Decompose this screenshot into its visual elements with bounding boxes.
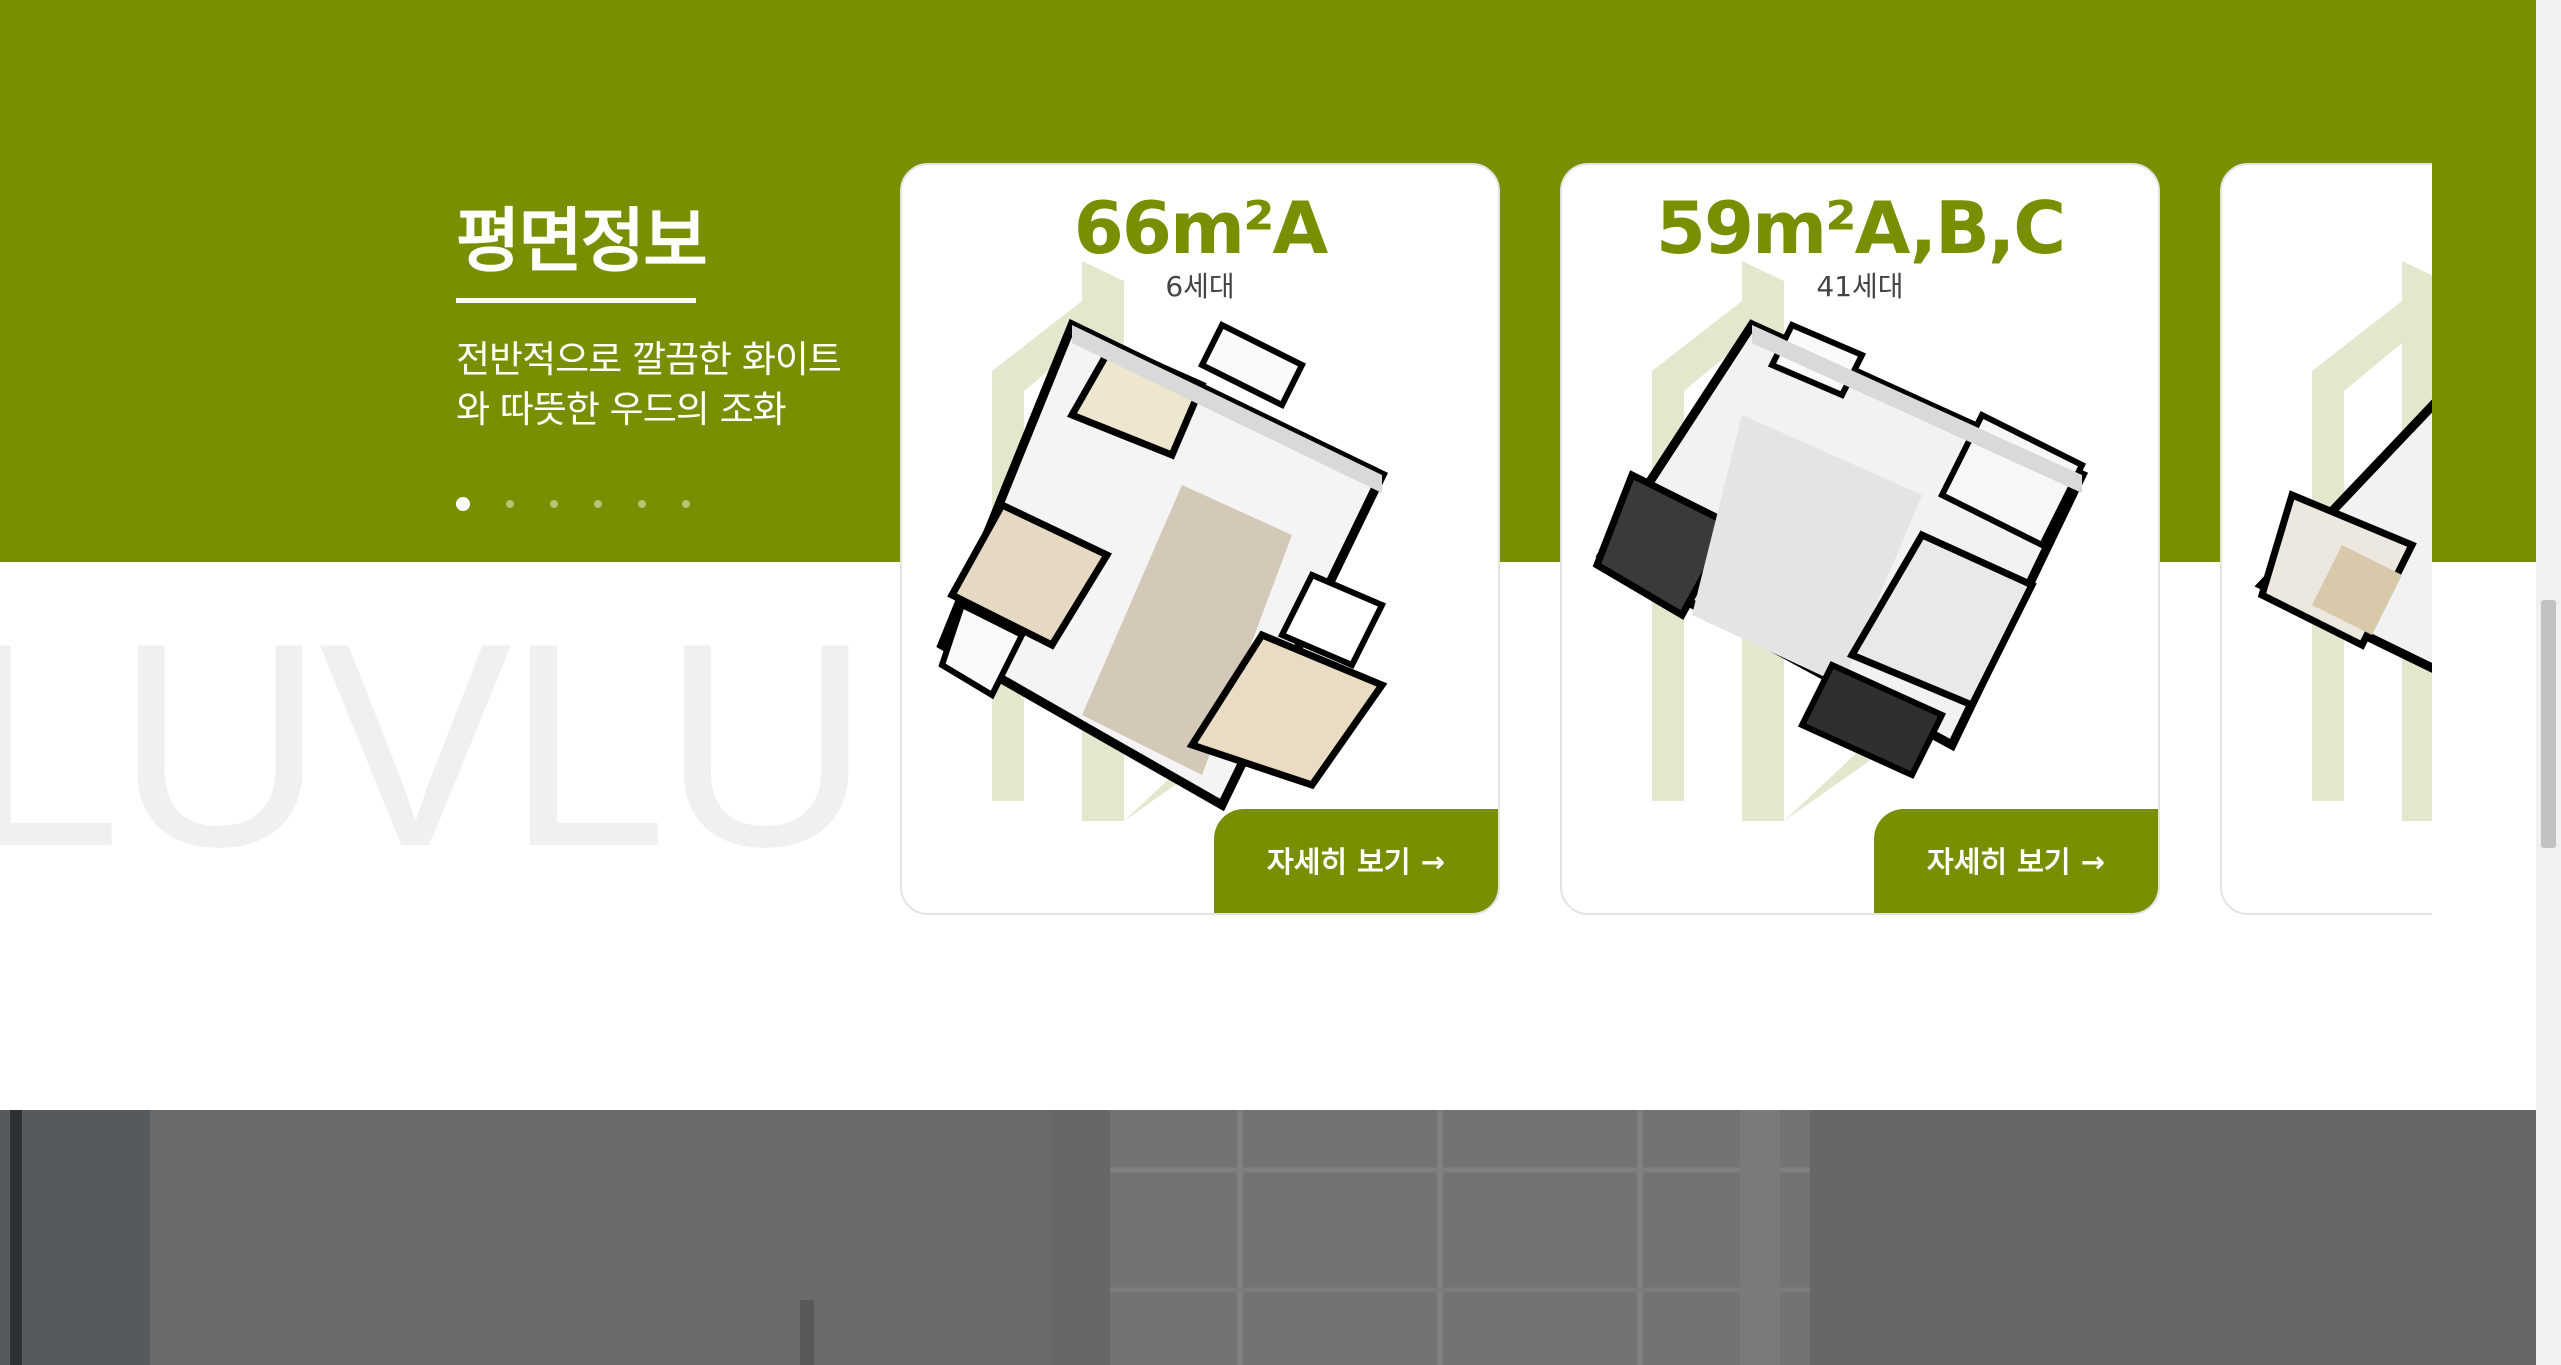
floorplan-card-title: 59m²A,B,C (1655, 186, 2066, 270)
pagination-dot-3[interactable] (550, 500, 558, 508)
floorplan-66a-image (936, 318, 1389, 812)
interior-photo-window-image (0, 1110, 2536, 1365)
floorplan-card-title: 5 (2222, 183, 2432, 273)
interior-photo (0, 1110, 2536, 1365)
pagination-dot-2[interactable] (506, 500, 514, 508)
pagination-dot-6[interactable] (682, 500, 690, 508)
pagination-dot-5[interactable] (638, 500, 646, 508)
floorplan-card[interactable]: 5 (2220, 163, 2432, 915)
floorplan-info: 평면정보 전반적으로 깔끔한 화이트 와 따뜻한 우드의 조화 (456, 196, 876, 435)
description-line-1: 전반적으로 깔끔한 화이트 (456, 338, 842, 381)
section-description: 전반적으로 깔끔한 화이트 와 따뜻한 우드의 조화 (456, 335, 876, 435)
floorplan-59abc-image (1592, 319, 2089, 779)
brand-watermark: LUVLU (0, 583, 871, 907)
view-details-button[interactable]: 자세히 보기 → (1214, 809, 1498, 913)
floorplan-card-title: 66m²A (1073, 186, 1328, 270)
pagination-dot-4[interactable] (594, 500, 602, 508)
section-title: 평면정보 (456, 200, 708, 282)
title-underline (456, 298, 696, 303)
carousel-pagination (456, 497, 690, 511)
view-details-button[interactable]: 자세히 보기 → (1874, 809, 2158, 913)
page-scrollbar[interactable] (2536, 0, 2561, 1365)
floorplan-card[interactable]: 59m²A,B,C 41세대 자세히 보기 → (1560, 163, 2160, 915)
description-line-2: 와 따뜻한 우드의 조화 (456, 388, 787, 431)
pagination-dot-1[interactable] (456, 497, 470, 511)
floorplan-card-units: 41세대 (1816, 270, 1904, 303)
floorplan-card-units: 6세대 (1165, 270, 1235, 303)
floorplan-image (2254, 399, 2432, 673)
scrollbar-thumb[interactable] (2541, 600, 2556, 848)
floorplan-card[interactable]: 66m²A 6세대 자세히 보기 → (900, 163, 1500, 915)
floorplan-carousel: 66m²A 6세대 자세히 보기 → 59m²A,B,C 41세대 자세히 보기… (900, 163, 2432, 925)
